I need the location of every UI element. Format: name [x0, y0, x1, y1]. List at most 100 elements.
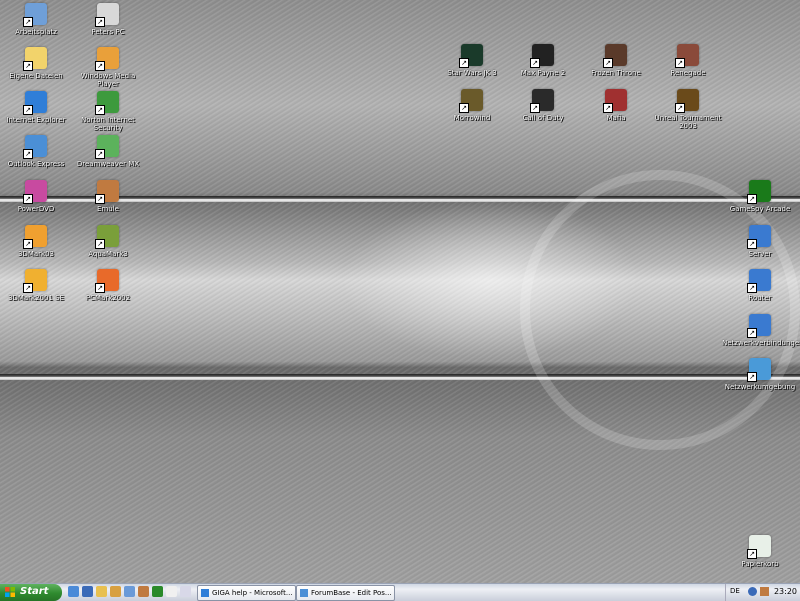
frozen-throne-icon: ↗	[603, 44, 627, 68]
netzwerkumgebung-icon: ↗	[747, 358, 771, 382]
desktop-shortcut[interactable]: ↗ AquaMark3	[70, 225, 146, 258]
desktop-shortcut[interactable]: ↗ GameSpy Arcade	[722, 180, 798, 213]
quicklaunch-ie-icon[interactable]	[68, 586, 79, 597]
desktop-shortcut[interactable]: ↗ Netzwerkumgebung	[722, 358, 798, 391]
taskbar-item-forumbase[interactable]: ForumBase - Edit Pos...	[296, 585, 395, 601]
language-indicator[interactable]: DE	[730, 587, 740, 595]
desktop-shortcut[interactable]: ↗ Eigene Dateien	[0, 47, 74, 80]
quicklaunch-notepad-icon[interactable]	[166, 586, 177, 597]
desktop-shortcut[interactable]: ↗ Norton Internet Security	[70, 91, 146, 132]
desktop-shortcut[interactable]: ↗ Peters PC	[70, 3, 146, 36]
shortcut-arrow-icon: ↗	[23, 194, 33, 204]
desktop-shortcut[interactable]: ↗ Outlook Express	[0, 135, 74, 168]
desktop-shortcut[interactable]: ↗ 3DMark03	[0, 225, 74, 258]
desktop-shortcut-label: 3DMark2001 SE	[7, 294, 64, 302]
desktop-shortcut[interactable]: ↗ Internet Explorer	[0, 91, 74, 124]
desktop-shortcut[interactable]: ↗ Mafia	[578, 89, 654, 122]
desktop-shortcut[interactable]: ↗ Renegade	[650, 44, 726, 77]
desktop-shortcut[interactable]: ↗ Dreamweaver MX	[70, 135, 146, 168]
shortcut-arrow-icon: ↗	[603, 103, 613, 113]
shortcut-arrow-icon: ↗	[95, 239, 105, 249]
shortcut-arrow-icon: ↗	[95, 149, 105, 159]
quicklaunch-emule-icon[interactable]	[138, 586, 149, 597]
desktop-shortcut-label: PCMark2002	[85, 294, 131, 302]
shortcut-arrow-icon: ↗	[95, 105, 105, 115]
dreamweaver-mx-icon: ↗	[95, 135, 119, 159]
desktop-shortcut-label: Server	[748, 250, 772, 258]
quicklaunch-gamespy-icon[interactable]	[152, 586, 163, 597]
gamespy-arcade-icon: ↗	[747, 180, 771, 204]
task-label: ForumBase - Edit Pos...	[311, 589, 392, 597]
emule-icon: ↗	[95, 180, 119, 204]
desktop-shortcut[interactable]: ↗ Morrowind	[434, 89, 510, 122]
clock: 23:20	[773, 587, 797, 596]
desktop-shortcut-label: Unreal Tournament 2003	[654, 114, 722, 130]
shortcut-arrow-icon: ↗	[459, 58, 469, 68]
desktop-shortcut-label: Outlook Express	[7, 160, 65, 168]
renegade-icon: ↗	[675, 44, 699, 68]
quicklaunch-player-icon[interactable]	[110, 586, 121, 597]
desktop-shortcut-label: Dreamweaver MX	[76, 160, 140, 168]
tray-emule-icon[interactable]	[760, 587, 769, 596]
tray-chevron-icon[interactable]	[748, 587, 757, 596]
desktop-shortcut[interactable]: ↗ Netzwerkverbindungen	[722, 314, 800, 347]
desktop-shortcut[interactable]: ↗ Unreal Tournament 2003	[650, 89, 726, 130]
shortcut-arrow-icon: ↗	[23, 149, 33, 159]
desktop-shortcut[interactable]: ↗ Arbeitsplatz	[0, 3, 74, 36]
desktop-shortcut[interactable]: ↗ Windows Media Player	[70, 47, 146, 88]
desktop-shortcut[interactable]: ↗ Frozen Throne	[578, 44, 654, 77]
desktop-shortcut-label: Peters PC	[91, 28, 125, 36]
3dmark03-icon: ↗	[23, 225, 47, 249]
shortcut-arrow-icon: ↗	[747, 549, 757, 559]
desktop-shortcut-label: Frozen Throne	[591, 69, 641, 77]
desktop-shortcut[interactable]: ↗ PowerDVD	[0, 180, 74, 213]
desktop-shortcut[interactable]: ↗ Star Wars JK 3	[434, 44, 510, 77]
desktop-shortcut[interactable]: ↗ Papierkorb	[722, 535, 798, 568]
desktop[interactable]: ↗ Arbeitsplatz ↗ Peters PC ↗ Eigene Dateien ↗ W…	[0, 0, 800, 583]
shortcut-arrow-icon: ↗	[603, 58, 613, 68]
shortcut-arrow-icon: ↗	[23, 105, 33, 115]
quicklaunch-outlook-icon[interactable]	[124, 586, 135, 597]
desktop-shortcut-label: Netzwerkverbindungen	[722, 339, 800, 347]
netzwerkverbindungen-icon: ↗	[747, 314, 771, 338]
taskbar-item-giga[interactable]: GIGA help - Microsoft...	[197, 585, 296, 601]
unreal-tournament-2003-icon: ↗	[675, 89, 699, 113]
desktop-shortcut[interactable]: ↗ PCMark2002	[70, 269, 146, 302]
desktop-shortcut[interactable]: ↗ Server	[722, 225, 798, 258]
server-icon: ↗	[747, 225, 771, 249]
desktop-shortcut-label: Eigene Dateien	[9, 72, 63, 80]
shortcut-arrow-icon: ↗	[95, 61, 105, 71]
desktop-shortcut[interactable]: ↗ Call of Duty	[505, 89, 581, 122]
desktop-shortcut-label: Emule	[97, 205, 119, 213]
mafia-icon: ↗	[603, 89, 627, 113]
shortcut-arrow-icon: ↗	[23, 61, 33, 71]
internet-explorer-icon: ↗	[23, 91, 47, 115]
start-button[interactable]: Start	[0, 584, 62, 601]
shortcut-arrow-icon: ↗	[95, 194, 105, 204]
call-of-duty-icon: ↗	[530, 89, 554, 113]
shortcut-arrow-icon: ↗	[747, 328, 757, 338]
outlook-express-icon: ↗	[23, 135, 47, 159]
shortcut-arrow-icon: ↗	[23, 239, 33, 249]
desktop-shortcut-label: Netzwerkumgebung	[724, 383, 796, 391]
desktop-shortcut[interactable]: ↗ Max Payne 2	[505, 44, 581, 77]
quicklaunch-extra-icon[interactable]	[180, 586, 191, 597]
desktop-shortcut[interactable]: ↗ Emule	[70, 180, 146, 213]
3dmark2001se-icon: ↗	[23, 269, 47, 293]
desktop-shortcut-label: AquaMark3	[88, 250, 128, 258]
shortcut-arrow-icon: ↗	[747, 372, 757, 382]
desktop-shortcut-label: Internet Explorer	[6, 116, 66, 124]
desktop-shortcut-label: Mafia	[606, 114, 626, 122]
internet-explorer-icon	[300, 589, 308, 597]
desktop-shortcut-label: GameSpy Arcade	[729, 205, 791, 213]
max-payne-2-icon: ↗	[530, 44, 554, 68]
quicklaunch-desktop-icon[interactable]	[82, 586, 93, 597]
taskbar: Start GIGA help - Microsoft... ForumBase…	[0, 583, 800, 601]
morrowind-icon: ↗	[459, 89, 483, 113]
desktop-shortcut[interactable]: ↗ Router	[722, 269, 798, 302]
pcmark2002-icon: ↗	[95, 269, 119, 293]
shortcut-arrow-icon: ↗	[747, 194, 757, 204]
desktop-shortcut-label: Star Wars JK 3	[447, 69, 497, 77]
quicklaunch-media-icon[interactable]	[96, 586, 107, 597]
desktop-shortcut[interactable]: ↗ 3DMark2001 SE	[0, 269, 74, 302]
